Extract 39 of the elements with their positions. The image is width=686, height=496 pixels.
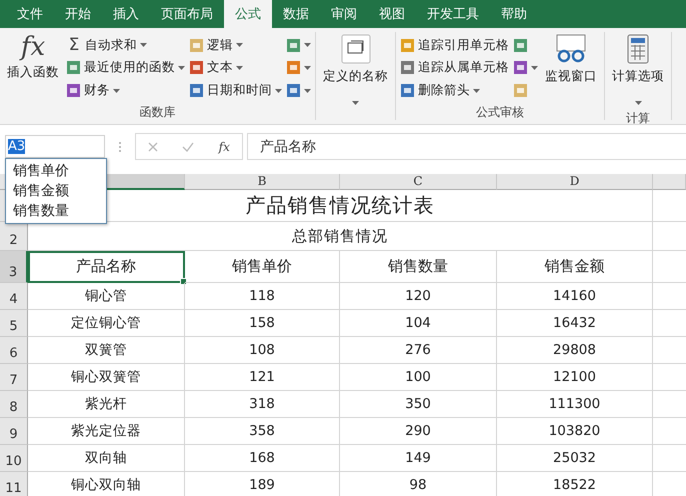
table-cell: 149 [340,445,497,472]
table-cell: 18522 [497,472,653,496]
table-cell: 销售单价 [185,251,340,283]
table-cell: 120 [340,283,497,310]
group-label: 函数库 [140,105,176,119]
table-cell: 双向轴 [28,445,185,472]
table-cell: 16432 [497,310,653,337]
group-label: 公式审核 [476,105,524,119]
table-cell: 111300 [497,391,653,418]
table-cell: 销售数量 [340,251,497,283]
table-cell: 98 [340,472,497,496]
table-cell: 358 [185,418,340,445]
table-cell: 168 [185,445,340,472]
table-cell: 定位铜心管 [28,310,185,337]
table-cell: 25032 [497,445,653,472]
table-cell: 产品名称 [28,251,185,283]
table-cell: 100 [340,364,497,391]
table-cell: 铜心双向轴 [28,472,185,496]
table-cell: 189 [185,472,340,496]
table-cell: 276 [340,337,497,364]
table-cell: 118 [185,283,340,310]
table-cell: 14160 [497,283,653,310]
table-cell: 紫光定位器 [28,418,185,445]
table-cell: 销售金额 [497,251,653,283]
table-cell: 350 [340,391,497,418]
group-label: 计算 [626,111,650,125]
table-cell: 双簧管 [28,337,185,364]
table-cell: 铜心双簧管 [28,364,185,391]
table-cell: 158 [185,310,340,337]
table-cell: 紫光杆 [28,391,185,418]
table-cell: 铜心管 [28,283,185,310]
table-cell: 103820 [497,418,653,445]
table-cell: 121 [185,364,340,391]
table-cell: 29808 [497,337,653,364]
table-cell: 12100 [497,364,653,391]
table-cell: 104 [340,310,497,337]
table-cell: 318 [185,391,340,418]
table-cell: 290 [340,418,497,445]
table-cell: 108 [185,337,340,364]
